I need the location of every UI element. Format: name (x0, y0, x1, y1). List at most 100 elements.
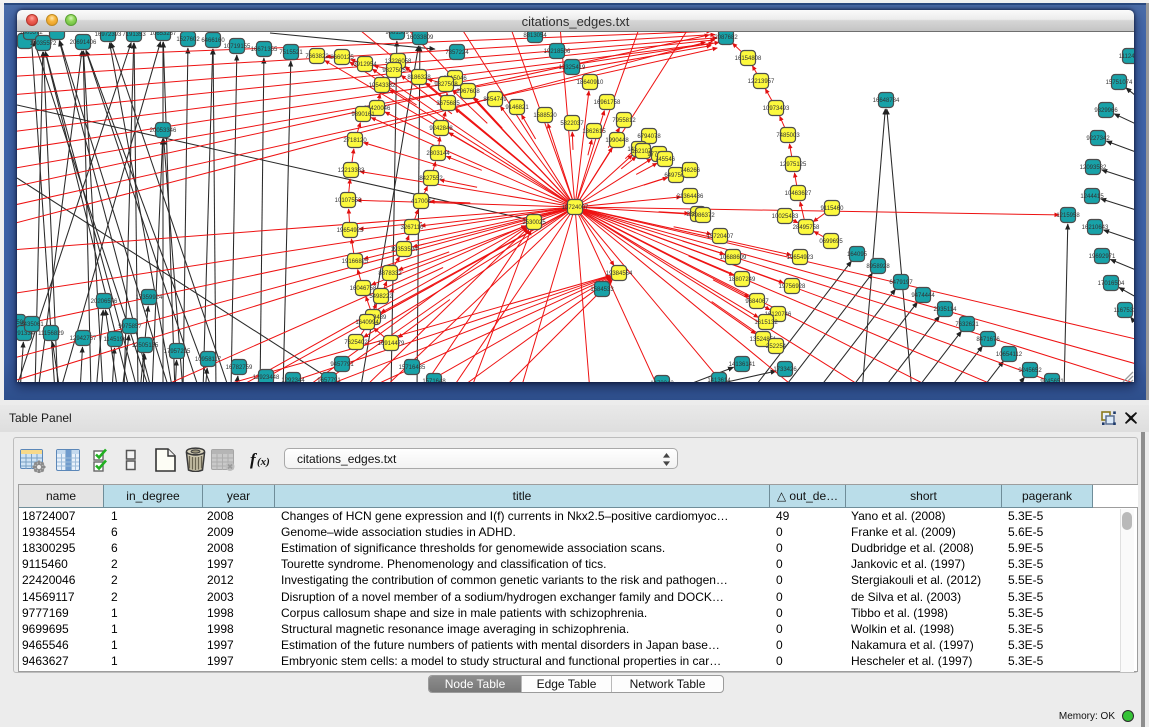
svg-text:10653267: 10653267 (150, 32, 177, 37)
svg-text:10973493: 10973493 (763, 106, 790, 112)
svg-text:15751074: 15751074 (1106, 80, 1133, 86)
svg-text:9245652: 9245652 (1018, 368, 1042, 374)
svg-text:20206576: 20206576 (91, 299, 118, 305)
svg-text:16648784: 16648784 (873, 98, 900, 104)
svg-text:8471676: 8471676 (976, 337, 1000, 343)
svg-text:16033809: 16033809 (407, 35, 434, 41)
svg-text:9245651: 9245651 (1040, 379, 1064, 382)
svg-text:10543382: 10543382 (369, 83, 396, 89)
svg-text:19654923: 19654923 (337, 228, 364, 234)
svg-text:745546: 745546 (655, 157, 676, 163)
svg-text:19218506: 19218506 (544, 49, 571, 55)
svg-text:8186328: 8186328 (407, 75, 431, 81)
svg-text:1473342: 1473342 (650, 381, 674, 382)
svg-text:2530025: 2530025 (522, 220, 546, 226)
svg-text:9975857: 9975857 (118, 324, 142, 330)
svg-text:10688609: 10688609 (720, 255, 747, 261)
svg-text:16210643: 16210643 (1082, 225, 1109, 231)
svg-text:1145194: 1145194 (104, 337, 128, 343)
svg-text:9329966: 9329966 (1094, 108, 1118, 114)
svg-text:17016504: 17016504 (1098, 281, 1125, 287)
svg-text:7485003: 7485003 (776, 133, 800, 139)
svg-text:7632621: 7632621 (955, 322, 979, 328)
svg-text:7515521: 7515521 (279, 50, 303, 56)
svg-text:1990448: 1990448 (605, 138, 629, 144)
svg-text:9657791: 9657791 (317, 378, 341, 382)
svg-text:8454749: 8454749 (483, 97, 507, 103)
svg-text:1733426: 1733426 (773, 367, 797, 373)
svg-text:8660125: 8660125 (330, 55, 354, 61)
svg-text:16154808: 16154808 (735, 56, 762, 62)
svg-text:5322037: 5322037 (560, 121, 584, 127)
svg-text:8958928: 8958928 (866, 264, 890, 270)
svg-text:10107553: 10107553 (335, 198, 362, 204)
svg-text:16961758: 16961758 (594, 100, 621, 106)
svg-text:1215958: 1215958 (1056, 213, 1080, 219)
svg-text:1527602: 1527602 (176, 37, 200, 43)
svg-text:8435061: 8435061 (20, 322, 44, 328)
svg-text:9684067: 9684067 (745, 299, 769, 305)
svg-text:7625402: 7625402 (344, 340, 368, 346)
svg-text:8813054: 8813054 (523, 33, 547, 39)
svg-text:2803144: 2803144 (426, 151, 450, 157)
svg-text:1615132: 1615132 (754, 320, 778, 326)
svg-text:6794078: 6794078 (637, 134, 661, 140)
svg-text:2718120: 2718120 (343, 138, 367, 144)
svg-text:2935114: 2935114 (934, 307, 958, 313)
svg-text:16671355: 16671355 (251, 47, 278, 53)
svg-text:1112453: 1112453 (1119, 54, 1134, 60)
svg-text:3912954: 3912954 (353, 62, 377, 68)
svg-text:12213383: 12213383 (338, 168, 365, 174)
svg-text:164095: 164095 (847, 252, 868, 258)
svg-text:19692971: 19692971 (1089, 254, 1116, 260)
svg-text:7955812: 7955812 (612, 118, 636, 124)
svg-text:15716485: 15716485 (399, 365, 426, 371)
svg-text:0699695: 0699695 (819, 239, 843, 245)
svg-text:12975125: 12975125 (780, 162, 807, 168)
svg-text:9474444: 9474444 (911, 293, 935, 299)
svg-text:12923448: 12923448 (253, 375, 280, 381)
svg-text:28495758: 28495758 (793, 225, 820, 231)
svg-text:1413614: 1413614 (707, 378, 731, 382)
svg-text:21364436: 21364436 (677, 194, 704, 200)
svg-text:10719155: 10719155 (224, 44, 251, 50)
svg-text:6479197: 6479197 (889, 280, 913, 286)
svg-text:1588520: 1588520 (533, 113, 557, 119)
svg-text:11156829: 11156829 (38, 331, 64, 337)
svg-text:18640910: 18640910 (577, 80, 604, 86)
svg-text:9457791: 9457791 (330, 362, 354, 368)
svg-text:13325419: 13325419 (559, 65, 586, 71)
svg-text:9242848: 9242848 (429, 126, 453, 132)
svg-text:16972393: 16972393 (95, 32, 122, 38)
svg-text:17359924: 17359924 (136, 295, 163, 301)
svg-text:12093582: 12093582 (1080, 165, 1107, 171)
svg-text:12213957: 12213957 (748, 79, 775, 85)
svg-text:18724007: 18724007 (562, 205, 589, 211)
svg-text:6466160: 6466160 (201, 38, 225, 44)
svg-text:7357224: 7357224 (445, 50, 469, 56)
svg-text:9327508: 9327508 (434, 82, 458, 88)
svg-text:20053346: 20053346 (150, 128, 177, 134)
svg-text:9227342: 9227342 (1086, 136, 1110, 142)
svg-text:18807249: 18807249 (729, 277, 756, 283)
svg-text:7191353: 7191353 (122, 32, 146, 38)
svg-text:746266: 746266 (680, 168, 701, 174)
svg-text:1571648: 1571648 (422, 379, 446, 382)
svg-text:(x): (x) (257, 456, 270, 468)
svg-text:10654112: 10654112 (996, 352, 1023, 358)
svg-text:12505135: 12505135 (132, 343, 159, 349)
svg-text:16782759: 16782759 (226, 365, 253, 371)
svg-text:14035572: 14035572 (30, 41, 57, 47)
svg-text:2967608: 2967608 (456, 89, 480, 95)
svg-text:20691406: 20691406 (70, 40, 97, 46)
svg-text:16914479: 16914479 (378, 341, 405, 347)
svg-text:17957225: 17957225 (164, 349, 191, 355)
svg-text:8878332: 8878332 (378, 271, 402, 277)
svg-text:252254: 252254 (766, 344, 787, 350)
svg-text:19166825: 19166825 (342, 259, 369, 265)
svg-text:9115460: 9115460 (821, 206, 845, 212)
svg-text:1244415: 1244415 (1080, 194, 1104, 200)
svg-text:3267110: 3267110 (401, 225, 425, 231)
svg-text:1584533: 1584533 (590, 287, 614, 293)
svg-text:19654923: 19654923 (787, 255, 814, 261)
